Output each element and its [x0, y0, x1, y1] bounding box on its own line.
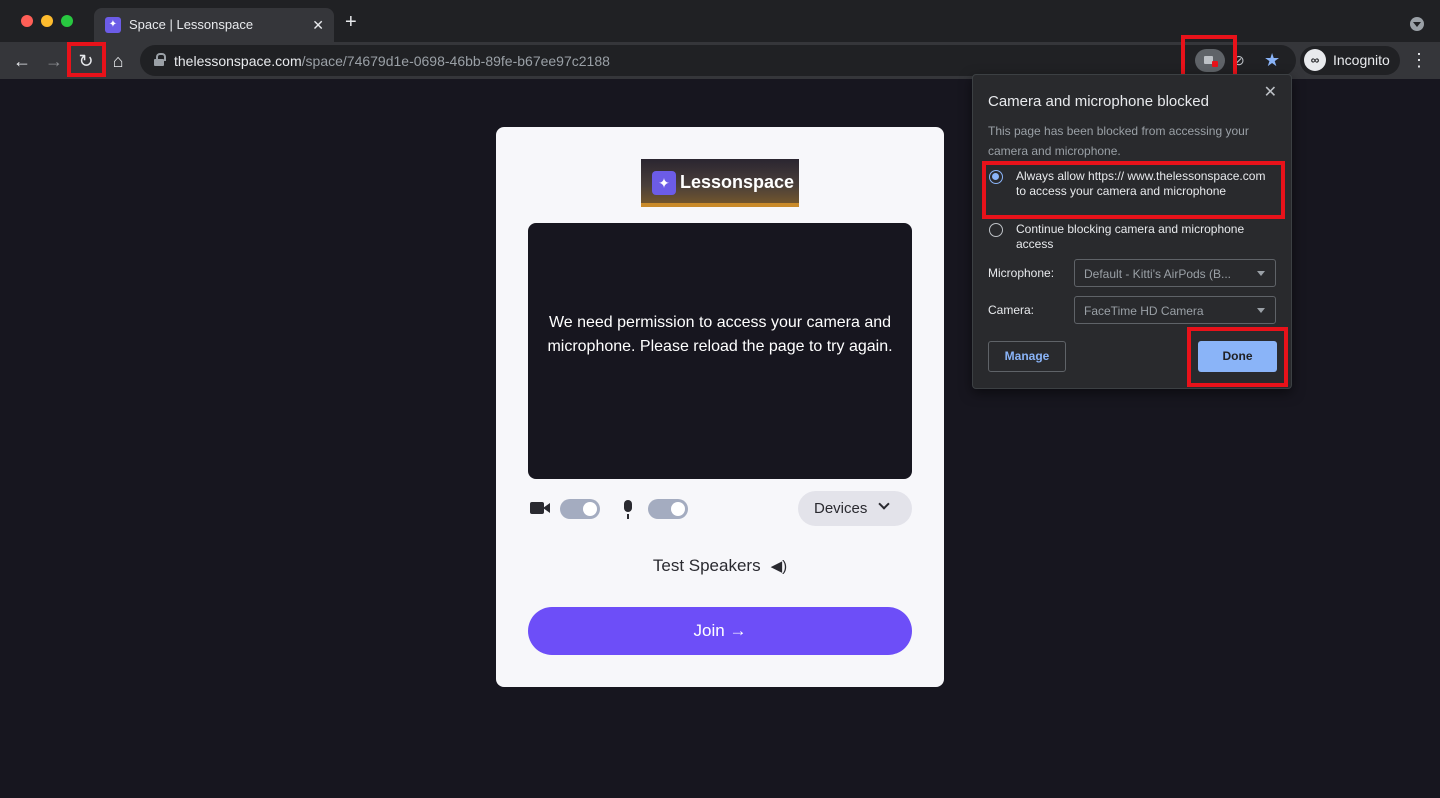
video-preview: We need permission to access your camera… — [528, 223, 912, 479]
back-button[interactable]: ← — [8, 47, 36, 75]
incognito-icon: ∞ — [1304, 49, 1326, 71]
devices-label: Devices — [814, 500, 868, 517]
browser-menu-icon[interactable]: ⋮ — [1410, 49, 1428, 71]
done-highlight-box — [1187, 327, 1288, 387]
always-allow-highlight-box — [982, 161, 1285, 219]
tab-close-icon[interactable]: ✕ — [312, 16, 324, 34]
url-text[interactable]: thelessonspace.com/space/74679d1e-0698-4… — [174, 53, 610, 69]
join-button[interactable]: Join → — [528, 607, 912, 655]
popup-description: This page has been blocked from accessin… — [988, 124, 1249, 158]
microphone-select[interactable]: Default - Kitti's AirPods (B... — [1074, 259, 1276, 287]
media-controls: Devices — [528, 491, 912, 527]
incognito-label: Incognito — [1333, 52, 1390, 68]
lessonspace-favicon-icon: ✦ — [105, 17, 121, 33]
dropdown-arrow-icon — [1257, 308, 1265, 313]
speaker-icon: ◀) — [770, 558, 788, 575]
microphone-icon — [624, 500, 632, 519]
join-card: ✦ Lessonspace We need permission to acce… — [496, 127, 944, 687]
lock-icon[interactable] — [154, 53, 166, 66]
logo-underline — [641, 203, 799, 207]
microphone-label: Microphone: — [988, 266, 1055, 280]
microphone-select-value: Default - Kitti's AirPods (B... — [1084, 267, 1232, 281]
home-button[interactable]: ⌂ — [104, 47, 132, 75]
address-bar[interactable]: thelessonspace.com/space/74679d1e-0698-4… — [140, 45, 1296, 76]
minimize-window-button[interactable] — [41, 15, 53, 27]
continue-blocking-label[interactable]: Continue blocking camera and microphone … — [1016, 222, 1276, 252]
chevron-down-icon — [878, 498, 890, 510]
camera-select-value: FaceTime HD Camera — [1084, 304, 1204, 318]
camera-label: Camera: — [988, 303, 1035, 317]
close-window-button[interactable] — [21, 15, 33, 27]
camera-select[interactable]: FaceTime HD Camera — [1074, 296, 1276, 324]
new-tab-button[interactable]: + — [345, 12, 357, 32]
camera-toggle[interactable] — [560, 499, 600, 519]
reload-highlight-box — [67, 42, 106, 77]
fullscreen-window-button[interactable] — [61, 15, 73, 27]
tab-search-dropdown-icon[interactable] — [1410, 17, 1424, 31]
forward-button[interactable]: → — [40, 47, 68, 75]
microphone-toggle[interactable] — [648, 499, 688, 519]
lessonspace-logo: ✦ Lessonspace — [641, 159, 799, 207]
video-camera-icon — [530, 502, 550, 514]
url-domain: thelessonspace.com — [174, 53, 302, 69]
dropdown-arrow-icon — [1257, 271, 1265, 276]
tab-title: Space | Lessonspace — [129, 17, 254, 32]
bookmark-star-icon[interactable]: ★ — [1264, 50, 1280, 71]
logo-text: Lessonspace — [680, 172, 795, 192]
url-path: /space/74679d1e-0698-46bb-89fe-b67ee97c2… — [301, 53, 610, 69]
test-speakers-button[interactable]: Test Speakers ◀) — [496, 556, 944, 576]
test-speakers-label: Test Speakers — [652, 556, 761, 575]
devices-button[interactable]: Devices — [798, 491, 912, 526]
incognito-profile-button[interactable]: ∞ Incognito — [1300, 46, 1400, 75]
permission-message: We need permission to access your camera… — [547, 314, 893, 355]
popup-title: Camera and microphone blocked — [988, 93, 1209, 110]
manage-button[interactable]: Manage — [988, 341, 1066, 372]
camera-permission-popup: Camera and microphone blocked ✕ This pag… — [972, 74, 1292, 389]
browser-tab[interactable]: ✦ Space | Lessonspace ✕ — [94, 8, 334, 42]
lessonspace-logo-icon: ✦ — [652, 171, 676, 195]
close-icon[interactable]: ✕ — [1264, 82, 1277, 102]
continue-blocking-radio[interactable] — [989, 223, 1003, 237]
